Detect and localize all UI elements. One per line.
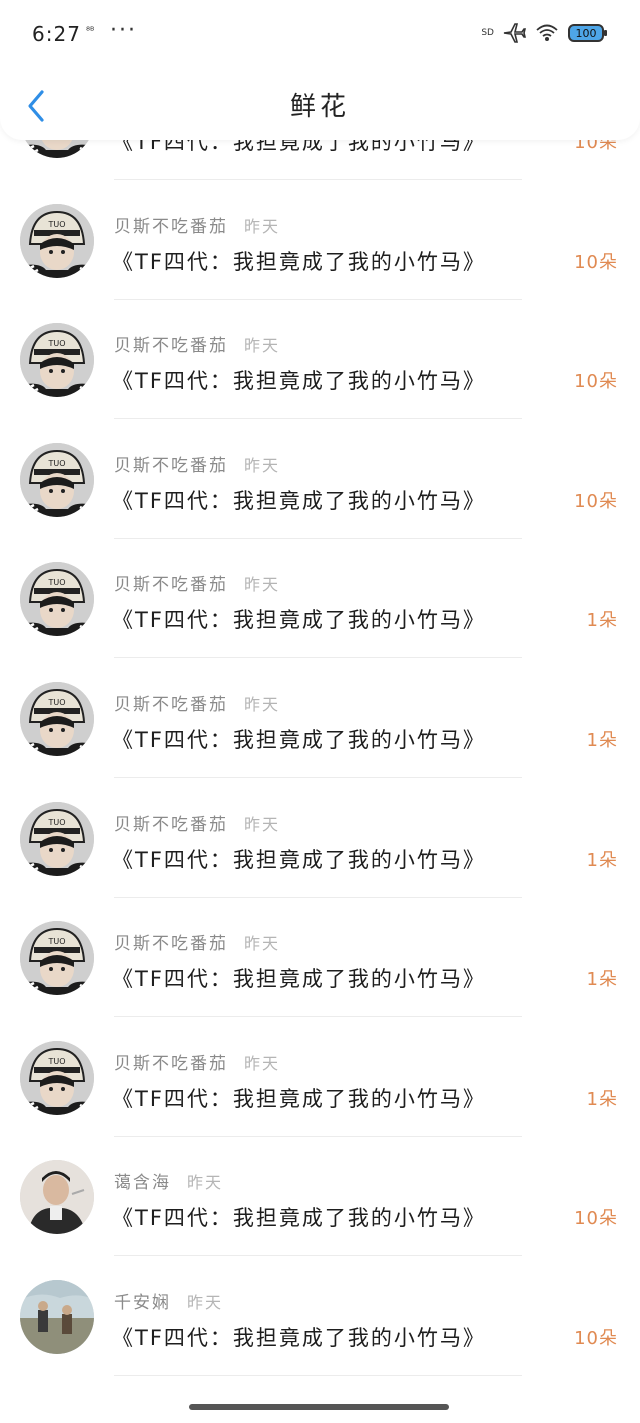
flower-count: 10朵 <box>574 1208 618 1230</box>
book-title[interactable]: 《TF四代：我担竟成了我的小竹马》 <box>112 844 486 874</box>
timestamp: 昨天 <box>187 1173 224 1193</box>
list-item[interactable]: TUO 贝斯不吃番茄 昨天《TF四代：我担竟成了我的小竹马》 10朵 <box>0 180 640 300</box>
page-title: 鲜花 <box>289 92 350 122</box>
sd-card-label: SD <box>481 28 494 38</box>
flower-count: 10朵 <box>574 251 618 273</box>
list-item[interactable]: TUO 贝斯不吃番茄 昨天《TF四代：我担竟成了我的小竹马》 1朵 <box>0 538 640 659</box>
svg-text:TUO: TUO <box>47 459 65 468</box>
book-title[interactable]: 《TF四代：我担竟成了我的小竹马》 <box>112 1083 486 1113</box>
row-meta: 蔼含海 昨天 <box>114 1168 223 1194</box>
flower-count: 1朵 <box>586 730 618 751</box>
header: 6:27 ⁸ᴮ ··· SD 100 鲜花 <box>0 0 640 140</box>
flower-count: 10朵 <box>574 371 618 393</box>
svg-text:TUO: TUO <box>47 1057 65 1066</box>
svg-text:TUO: TUO <box>47 220 65 229</box>
more-notifications-icon: ··· <box>110 18 137 43</box>
svg-text:TUO: TUO <box>47 698 65 707</box>
row-meta: 贝斯不吃番茄 昨天 <box>114 929 280 955</box>
flower-count: 1朵 <box>586 610 618 632</box>
timestamp: 昨天 <box>244 1053 281 1073</box>
book-title[interactable]: 《TF四代：我担竟成了我的小竹马》 <box>112 485 486 515</box>
user-name[interactable]: 贝斯不吃番茄 <box>114 695 228 715</box>
user-name[interactable]: 贝斯不吃番茄 <box>114 336 228 356</box>
timestamp: 昨天 <box>244 575 281 595</box>
user-name[interactable]: 蔼含海 <box>114 1173 171 1193</box>
row-meta: 千安娴 昨天 <box>114 1288 223 1314</box>
home-indicator[interactable] <box>189 1404 449 1410</box>
list-item[interactable]: TUO 贝斯不吃番茄 昨天《TF四代：我担竟成了我的小竹马》 10朵 <box>0 299 640 420</box>
user-name[interactable]: 千安娴 <box>114 1293 171 1313</box>
flower-count: 1朵 <box>586 1088 618 1110</box>
list-item[interactable]: 千安娴 昨天《TF四代：我担竟成了我的小竹马》 10朵 <box>0 1256 640 1376</box>
clock: 6:27 <box>32 22 81 46</box>
timestamp: 昨天 <box>244 695 281 714</box>
list-item[interactable]: TUO 贝斯不吃番茄 昨天《TF四代：我担竟成了我的小竹马》 1朵 <box>0 1017 640 1137</box>
list-item[interactable]: TUO 贝斯不吃番茄 昨天《TF四代：我担竟成了我的小竹马》 1朵 <box>0 658 640 778</box>
book-title[interactable]: 《TF四代：我担竟成了我的小竹马》 <box>112 724 486 754</box>
book-title[interactable]: 《TF四代：我担竟成了我的小竹马》 <box>112 246 486 276</box>
row-meta: 贝斯不吃番茄 昨天 <box>114 212 280 238</box>
book-title[interactable]: 《TF四代：我担竟成了我的小竹马》 <box>112 1322 486 1352</box>
user-name[interactable]: 贝斯不吃番茄 <box>114 575 228 595</box>
row-meta: 贝斯不吃番茄 昨天 <box>114 570 280 596</box>
flower-count: 1朵 <box>586 849 618 871</box>
book-title[interactable]: 《TF四代：我担竟成了我的小竹马》 <box>112 365 486 395</box>
list-item[interactable]: TUO 贝斯不吃番茄 昨天《TF四代：我担竟成了我的小竹马》 1朵 <box>0 778 640 898</box>
list-item[interactable]: 蔼含海 昨天《TF四代：我担竟成了我的小竹马》 10朵 <box>0 1136 640 1257</box>
timestamp: 昨天 <box>244 336 281 356</box>
avatar[interactable]: TUO <box>20 442 94 517</box>
battery-icon: 100 <box>568 24 607 42</box>
avatar[interactable]: TUO <box>20 801 94 876</box>
list-item[interactable]: TUO 贝斯不吃番茄 昨天《TF四代：我担竟成了我的小竹马》 1朵 <box>0 897 640 1018</box>
airplane-icon <box>503 23 526 43</box>
list-item[interactable]: TUO 贝斯不吃番茄 昨天《TF四代：我担竟成了我的小竹马》 10朵 <box>0 419 640 539</box>
flower-count: 10朵 <box>574 490 618 512</box>
divider <box>114 1375 522 1376</box>
timestamp: 昨天 <box>244 216 281 236</box>
svg-text:TUO: TUO <box>47 937 65 946</box>
timestamp: 昨天 <box>244 814 281 834</box>
user-name[interactable]: 贝斯不吃番茄 <box>114 1054 228 1074</box>
avatar[interactable] <box>20 1160 94 1235</box>
avatar[interactable]: TUO <box>20 1040 94 1115</box>
book-title[interactable]: 《TF四代：我担竟成了我的小竹马》 <box>112 1202 486 1232</box>
timestamp: 昨天 <box>187 1293 224 1312</box>
wifi-icon <box>536 24 558 41</box>
svg-text:TUO: TUO <box>47 339 65 348</box>
avatar[interactable]: TUO <box>20 323 94 398</box>
svg-text:TUO: TUO <box>47 578 65 587</box>
book-title[interactable]: 《TF四代：我担竟成了我的小竹马》 <box>112 963 486 993</box>
row-meta: 贝斯不吃番茄 昨天 <box>114 690 280 716</box>
avatar[interactable]: TUO <box>20 203 94 278</box>
timestamp: 昨天 <box>244 455 281 475</box>
book-title[interactable]: 《TF四代：我担竟成了我的小竹马》 <box>112 604 486 634</box>
user-name[interactable]: 贝斯不吃番茄 <box>114 815 228 835</box>
row-meta: 贝斯不吃番茄 昨天 <box>114 451 280 477</box>
svg-text:TUO: TUO <box>47 818 65 827</box>
row-meta: 贝斯不吃番茄 昨天 <box>114 1049 280 1075</box>
flower-count: 10朵 <box>574 1328 618 1349</box>
timestamp: 昨天 <box>244 934 281 954</box>
status-icons: SD 100 <box>481 20 607 46</box>
row-meta: 贝斯不吃番茄 昨天 <box>114 810 280 836</box>
avatar[interactable]: TUO <box>20 682 94 756</box>
user-name[interactable]: 贝斯不吃番茄 <box>114 934 228 954</box>
avatar[interactable]: TUO <box>20 921 94 996</box>
avatar[interactable]: TUO <box>20 562 94 637</box>
flower-count: 1朵 <box>586 969 618 991</box>
user-name[interactable]: 贝斯不吃番茄 <box>114 456 228 476</box>
battery-level: 100 <box>575 26 597 40</box>
status-bar: 6:27 ⁸ᴮ ··· SD 100 <box>0 16 640 50</box>
row-meta: 贝斯不吃番茄 昨天 <box>114 331 280 357</box>
signal-icon: ⁸ᴮ <box>86 26 95 37</box>
avatar[interactable] <box>20 1280 94 1354</box>
user-name[interactable]: 贝斯不吃番茄 <box>114 217 228 237</box>
